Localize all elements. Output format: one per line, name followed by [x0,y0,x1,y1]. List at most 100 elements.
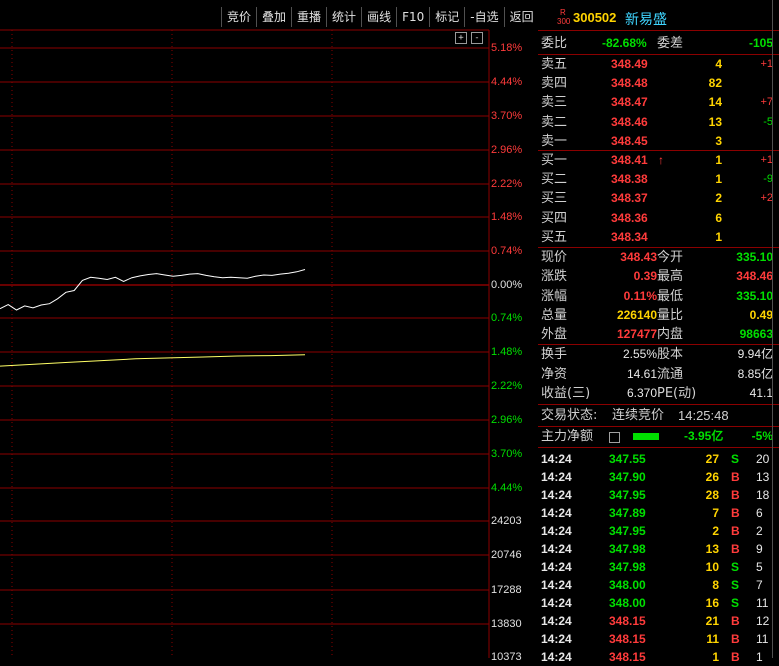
tick-row[interactable]: 14:24 347.89 7 B 6 [538,504,779,522]
tick-time: 14:24 [541,596,572,610]
price-axis-label: 5.18% [491,42,523,54]
tick-side: S [731,596,740,610]
tick-time: 14:24 [541,506,572,520]
intraday-chart[interactable]: 竞价 叠加 重播 统计 画线 F10 标记 -自选 返回 + - 5.18% 4.44% 3.70%… [0,0,539,663]
fundamental-value: 9.94亿 [737,347,773,361]
fundamental-value: 6.370 [626,386,657,400]
toolbar-button-5[interactable]: F10 [396,7,429,27]
price-axis-label: 0.00% [491,279,523,291]
chart-toolbar: 竞价 叠加 重播 统计 画线 F10 标记 -自选 返回 [221,7,539,29]
fundamental-label: 股本 [657,347,684,362]
main-flow-pct: -5% [751,429,773,443]
quote-label: 涨幅 [541,288,568,304]
tick-row[interactable]: 14:24 348.15 1 B 1 [538,648,779,666]
tick-side: B [731,632,740,646]
tick-count: 11 [756,596,769,610]
tick-row[interactable]: 14:24 348.15 21 B 12 [538,612,779,630]
ask-level-price: 348.46 [611,114,648,129]
ask-level-row[interactable]: 卖五 348.49 4 +1 [538,55,779,74]
fundamental-label: PE(动) [657,386,697,401]
tick-row[interactable]: 14:24 348.00 16 S 11 [538,594,779,612]
toolbar-button-1[interactable]: 叠加 [256,7,291,27]
ask-level-label: 卖五 [541,57,568,72]
toolbar-button-7[interactable]: -自选 [464,7,503,27]
bid-level-row[interactable]: 买二 348.38 1 -9 [538,170,779,189]
tick-side: B [731,650,740,664]
main-flow-row: 主力净额 -3.95亿 -5% [538,427,779,446]
tick-row[interactable]: 14:24 347.55 27 S 20 [538,450,779,468]
ask-level-price: 348.49 [611,57,648,71]
price-axis-label: 2.96% [491,414,523,426]
zoom-out-icon[interactable]: - [471,32,483,44]
fundamental-value: 14.61 [626,366,657,381]
quote-value: 335.10 [736,250,773,264]
toolbar-button-8[interactable]: 返回 [503,7,539,27]
tick-count: 2 [756,524,763,538]
bid-level-row[interactable]: 买一 348.41 ↑ 1 +1 [538,151,779,170]
ask-level-label: 卖四 [541,76,568,92]
bid-level-row[interactable]: 买五 348.34 1 [538,228,779,247]
quote-value: 127477 [616,327,657,342]
price-axis-label: 3.70% [491,448,523,460]
zoom-in-icon[interactable]: + [455,32,467,44]
tick-price: 348.15 [609,632,646,646]
quote-label: 内盘 [657,327,684,343]
tick-count: 13 [756,470,770,484]
tick-row[interactable]: 14:24 347.95 28 B 18 [538,486,779,504]
tick-volume: 28 [705,488,719,502]
quote-value: 0.11% [623,288,657,303]
quote-row: 外盘 127477 内盘 98663 [538,325,779,344]
tick-side: B [731,506,740,520]
average-price-line [0,354,306,367]
bid-level-row[interactable]: 买三 348.37 2 +2 [538,189,779,208]
bid-level-row[interactable]: 买四 348.36 6 [538,209,779,228]
bid-level-price: 348.36 [611,210,648,225]
tick-volume: 2 [712,524,719,538]
tick-price: 348.15 [609,650,646,664]
tick-row[interactable]: 14:24 347.90 26 B 13 [538,468,779,486]
stock-badge-300: 300 [557,17,571,26]
ask-level-volume: 14 [708,95,722,110]
tick-volume: 26 [705,470,719,484]
bid-level-price: 348.41 [611,153,648,167]
toolbar-button-2[interactable]: 重播 [291,7,326,27]
tick-side: B [731,614,740,628]
toolbar-button-6[interactable]: 标记 [429,7,464,27]
ask-level-volume: 82 [708,76,722,91]
tick-price: 348.15 [609,614,646,628]
ask-level-row[interactable]: 卖四 348.48 82 [538,74,779,93]
bid-level-label: 买四 [541,210,568,226]
ask-level-row[interactable]: 卖一 348.45 3 [538,132,779,151]
trade-status-label: 交易状态: [541,408,598,423]
toolbar-button-4[interactable]: 画线 [361,7,396,27]
quote-label: 最高 [657,269,684,285]
tick-row[interactable]: 14:24 348.00 8 S 7 [538,576,779,594]
flow-menu-icon[interactable] [609,432,620,443]
fundamental-row: 换手 2.55% 股本 9.94亿 [538,345,779,364]
tick-row[interactable]: 14:24 348.15 11 B 11 [538,630,779,648]
tick-side: B [731,488,740,502]
order-diff-value: -105 [748,36,773,50]
tick-volume: 10 [705,560,719,574]
up-arrow-icon: ↑ [658,153,664,167]
quote-label: 量比 [657,307,684,323]
quote-label: 总量 [541,307,568,323]
tick-price: 348.00 [609,578,646,592]
tick-count: 6 [756,506,763,520]
tick-row[interactable]: 14:24 347.95 2 B 2 [538,522,779,540]
tick-row[interactable]: 14:24 347.98 13 B 9 [538,540,779,558]
tick-volume: 11 [706,632,719,646]
chart-canvas [0,29,490,658]
quote-value: 348.43 [620,250,657,264]
fundamental-label: 流通 [657,366,684,382]
toolbar-button-0[interactable]: 竞价 [221,7,256,27]
fundamental-label: 净资 [541,366,568,382]
tick-row[interactable]: 14:24 347.98 10 S 5 [538,558,779,576]
ask-level-row[interactable]: 卖二 348.46 13 -5 [538,113,779,132]
ask-level-row[interactable]: 卖三 348.47 14 +7 [538,93,779,112]
quote-value: 0.49 [749,307,773,322]
stock-badge-r: R [560,8,566,17]
toolbar-button-3[interactable]: 统计 [326,7,361,27]
quote-value: 335.10 [736,288,773,303]
stock-name[interactable]: 新易盛 [625,9,667,29]
